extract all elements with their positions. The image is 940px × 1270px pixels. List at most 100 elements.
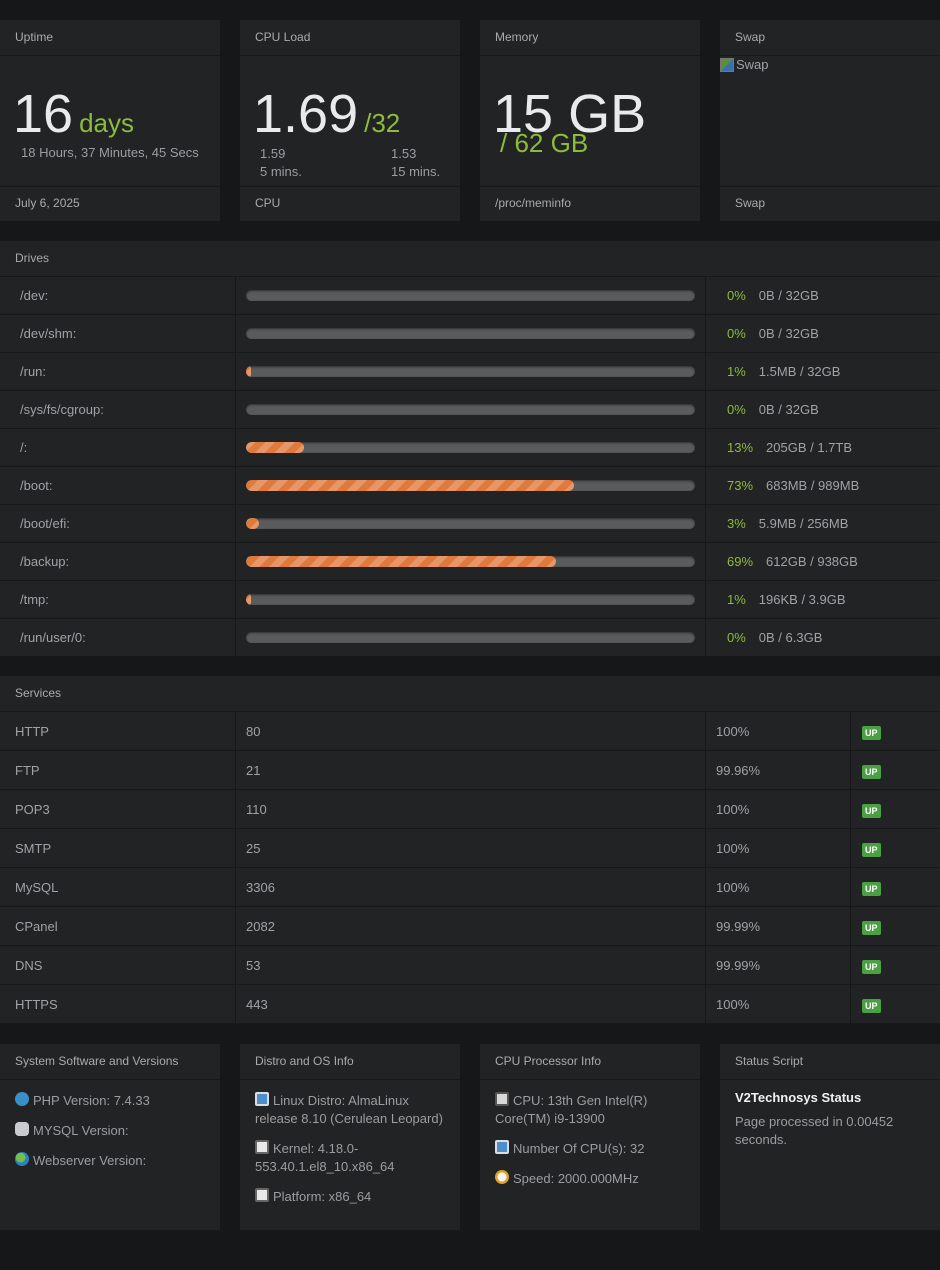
cpu-load-5min-label: 5 mins.	[260, 164, 302, 179]
drive-usage-cell: 69% 612GB / 938GB	[705, 543, 858, 580]
swap-title: Swap	[720, 20, 940, 56]
drives-header: Drives	[0, 241, 940, 277]
service-status-cell: UP	[850, 829, 940, 867]
software-panel: System Software and Versions PHP Version…	[0, 1044, 220, 1230]
drive-usage-bar	[246, 556, 695, 567]
computer-icon	[495, 1140, 509, 1154]
drive-mount: /:	[20, 440, 28, 455]
mysql-version-line: MYSQL Version:	[15, 1122, 205, 1140]
status-badge: UP	[862, 921, 881, 935]
drive-percent: 13%	[727, 440, 754, 455]
kernel-version: Kernel: 4.18.0-553.40.1.el8_10.x86_64	[255, 1141, 395, 1174]
status-badge: UP	[862, 999, 881, 1013]
cpu-load-15min-label: 15 mins.	[391, 164, 441, 179]
uptime-footer: July 6, 2025	[0, 186, 220, 221]
cpu-speed-line: Speed: 2000.000MHz	[495, 1170, 685, 1188]
service-status-cell: UP	[850, 907, 940, 945]
cpu-info-title: CPU Processor Info	[480, 1044, 700, 1080]
kernel-line: Kernel: 4.18.0-553.40.1.el8_10.x86_64	[255, 1140, 445, 1176]
service-uptime: 100%	[705, 985, 850, 1023]
service-name: CPanel	[15, 918, 58, 934]
service-port: 443	[235, 985, 705, 1023]
monitor-icon	[255, 1092, 269, 1106]
drive-row: /boot: 73% 683MB / 989MB	[0, 467, 940, 505]
memory-panel: Memory 15 GB / 62 GB /proc/meminfo	[480, 20, 700, 221]
drive-mount: /sys/fs/cgroup:	[20, 402, 104, 417]
drive-mount: /dev/shm:	[20, 326, 77, 341]
cpu-load-value: 1.69/32	[253, 84, 400, 153]
drive-mount: /boot:	[20, 478, 53, 493]
drive-percent: 0%	[727, 630, 746, 645]
drive-mount: /run/user/0:	[20, 630, 86, 645]
service-uptime: 100%	[705, 790, 850, 828]
webserver-version-line: Webserver Version:	[15, 1152, 205, 1170]
service-status-cell: UP	[850, 712, 940, 750]
php-icon	[15, 1092, 29, 1106]
drive-row: /backup: 69% 612GB / 938GB	[0, 543, 940, 581]
service-status-cell: UP	[850, 751, 940, 789]
distro-name: Linux Distro: AlmaLinux release 8.10 (Ce…	[255, 1093, 443, 1126]
service-name: FTP	[15, 762, 40, 778]
cpu-load-15min: 1.53 15 mins.	[391, 145, 440, 181]
drive-usage-text: 0B / 32GB	[758, 402, 819, 417]
service-status-cell: UP	[850, 790, 940, 828]
memory-footer: /proc/meminfo	[480, 186, 700, 221]
drive-percent: 1%	[727, 592, 746, 607]
status-script-name: V2Technosys Status	[735, 1090, 862, 1105]
drive-percent: 0%	[727, 288, 746, 303]
drive-usage-bar	[246, 366, 695, 377]
service-row: SMTP 25 100% UP	[0, 829, 940, 868]
drive-row: /: 13% 205GB / 1.7TB	[0, 429, 940, 467]
calculator-icon	[495, 1092, 509, 1106]
cpu-info-panel: CPU Processor Info CPU: 13th Gen Intel(R…	[480, 1044, 700, 1230]
status-script-body: V2Technosys Status Page processed in 0.0…	[720, 1080, 940, 1149]
service-name: POP3	[15, 801, 50, 817]
drive-usage-bar	[246, 632, 695, 643]
status-badge: UP	[862, 843, 881, 857]
drive-usage-bar	[246, 328, 695, 339]
status-badge: UP	[862, 882, 881, 896]
software-title: System Software and Versions	[0, 1044, 220, 1080]
service-name: MySQL	[15, 879, 59, 895]
drive-row: /run/user/0: 0% 0B / 6.3GB	[0, 619, 940, 657]
drive-percent: 0%	[727, 326, 746, 341]
status-script-title: Status Script	[720, 1044, 940, 1080]
drive-usage-fill	[246, 442, 305, 453]
drive-row: /sys/fs/cgroup: 0% 0B / 32GB	[0, 391, 940, 429]
drive-usage-cell: 1% 196KB / 3.9GB	[705, 581, 846, 618]
service-name: DNS	[15, 957, 43, 973]
cpu-load-15min-value: 1.53	[391, 146, 417, 161]
drive-row: /tmp: 1% 196KB / 3.9GB	[0, 581, 940, 619]
cpu-speed: Speed: 2000.000MHz	[513, 1171, 639, 1186]
drive-usage-bar	[246, 290, 695, 301]
cpu-load-panel: CPU Load 1.69/32 1.59 5 mins. 1.53 15 mi…	[240, 20, 460, 221]
service-row: HTTP 80 100% UP	[0, 712, 940, 751]
service-row: FTP 21 99.96% UP	[0, 751, 940, 790]
platform-name: Platform: x86_64	[273, 1189, 372, 1204]
cpu-load-5min-value: 1.59	[260, 146, 286, 161]
status-badge: UP	[862, 804, 881, 818]
cpu-info-list: CPU: 13th Gen Intel(R) Core(TM) i9-13900…	[480, 1080, 700, 1188]
drive-usage-bar	[246, 594, 695, 605]
cpu-load-cores: /32	[364, 108, 401, 138]
distro-line: Linux Distro: AlmaLinux release 8.10 (Ce…	[255, 1092, 445, 1128]
distro-panel: Distro and OS Info Linux Distro: AlmaLin…	[240, 1044, 460, 1230]
broken-image-icon	[720, 57, 734, 72]
service-name: HTTP	[15, 723, 49, 739]
uptime-panel: Uptime 16 days 18 Hours, 37 Minutes, 45 S…	[0, 20, 220, 221]
drive-usage-text: 0B / 32GB	[758, 288, 819, 303]
gauge-icon	[495, 1170, 509, 1184]
drive-usage-text: 196KB / 3.9GB	[758, 592, 846, 607]
drive-usage-text: 0B / 6.3GB	[758, 630, 823, 645]
kernel-icon	[255, 1140, 269, 1154]
drive-usage-fill	[246, 366, 251, 377]
status-badge: UP	[862, 960, 881, 974]
memory-total: / 62 GB	[500, 128, 589, 158]
status-script-panel: Status Script V2Technosys Status Page pr…	[720, 1044, 940, 1230]
drive-usage-cell: 3% 5.9MB / 256MB	[705, 505, 848, 542]
drive-mount: /dev:	[20, 288, 49, 303]
drive-usage-cell: 73% 683MB / 989MB	[705, 467, 859, 504]
software-list: PHP Version: 7.4.33 MYSQL Version: Webse…	[0, 1080, 220, 1170]
swap-image-alt: Swap	[736, 57, 769, 72]
service-name: SMTP	[15, 840, 52, 856]
